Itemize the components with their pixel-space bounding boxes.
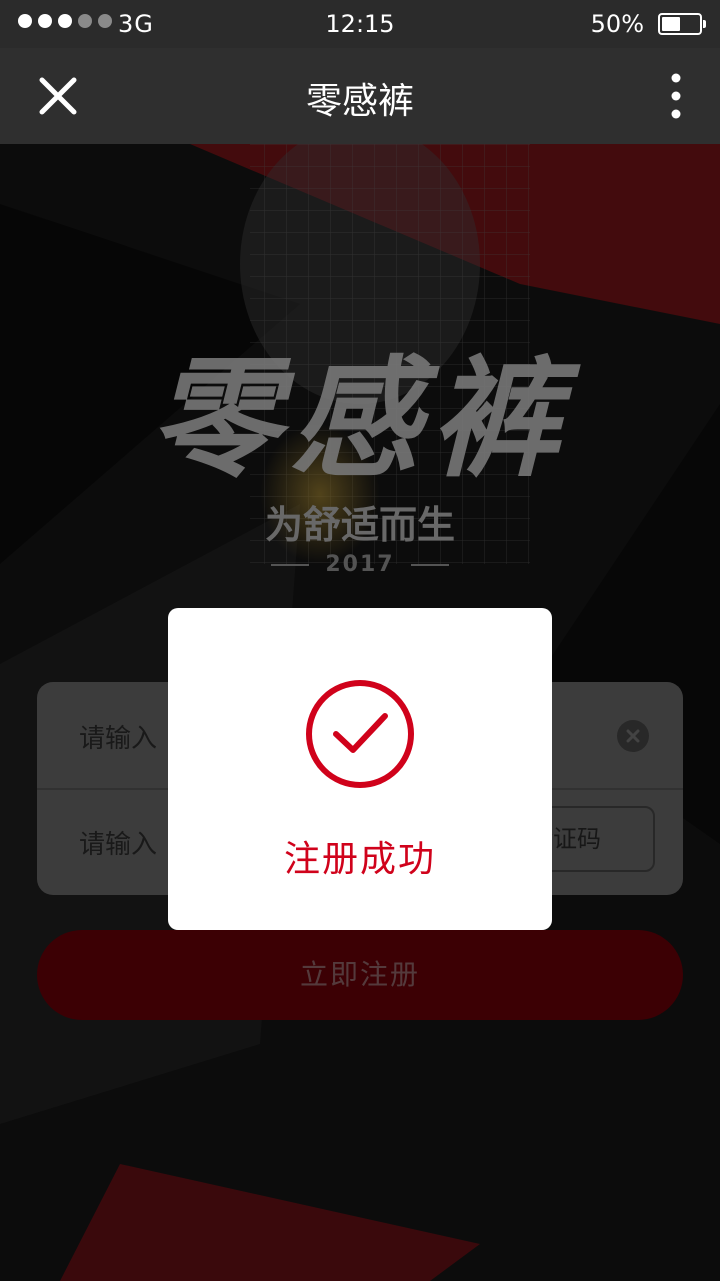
more-vertical-icon[interactable]	[664, 72, 688, 120]
status-bar: 3G 12:15 50%	[0, 0, 720, 48]
battery-icon	[658, 13, 706, 35]
battery-percent: 50%	[590, 10, 644, 38]
nav-bar: 零感裤	[0, 48, 720, 144]
check-circle-icon	[306, 680, 414, 788]
page-title: 零感裤	[305, 81, 414, 122]
success-dialog: 注册成功	[168, 608, 552, 930]
success-message: 注册成功	[283, 839, 436, 880]
